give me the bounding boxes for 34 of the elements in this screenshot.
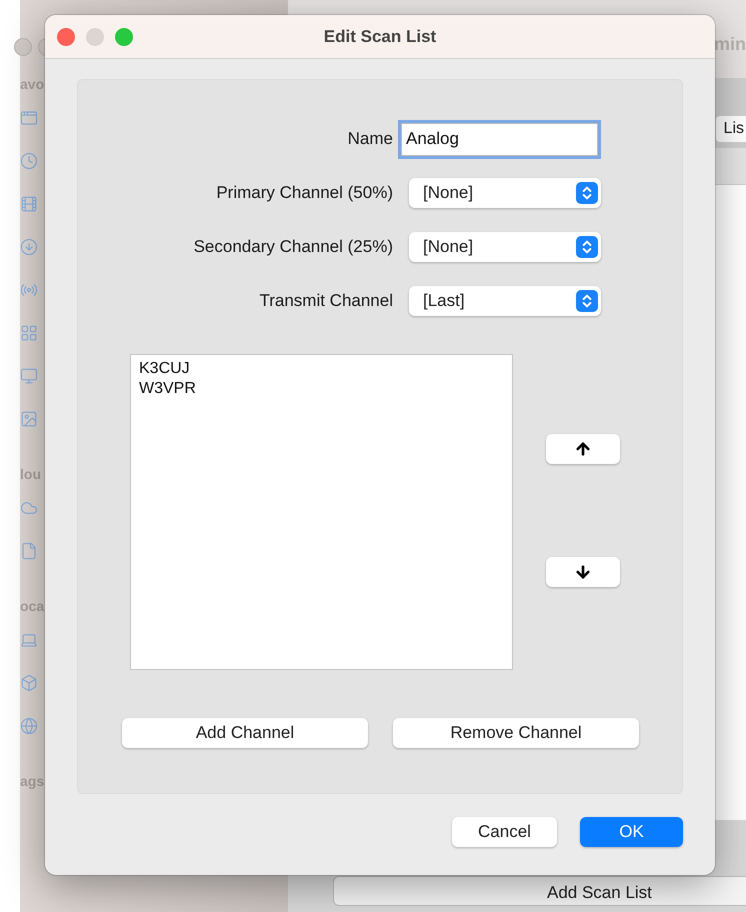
field-label: Primary Channel (50%)	[215, 183, 394, 203]
popup-menu[interactable]: [Last]	[409, 286, 601, 316]
popup-menu[interactable]: [None]	[409, 178, 601, 208]
move-up-button[interactable]	[546, 434, 620, 464]
field-label: Name	[346, 129, 394, 149]
stepper-icon	[576, 236, 598, 258]
close-button[interactable]	[57, 28, 75, 46]
film-icon[interactable]	[20, 194, 38, 212]
move-down-button[interactable]	[546, 557, 620, 587]
field-label: Transmit Channel	[258, 291, 394, 311]
popup-menu[interactable]: [None]	[409, 232, 601, 262]
ok-button[interactable]: OK	[580, 817, 683, 847]
photo-icon[interactable]	[20, 410, 38, 428]
toolbar-button[interactable]: Lis	[716, 116, 746, 142]
channel-item[interactable]: K3CUJ	[139, 359, 504, 379]
push-button[interactable]: Remove Channel	[393, 718, 639, 748]
desktop-icon[interactable]	[20, 366, 38, 384]
window-title: Edit Scan List	[322, 26, 438, 46]
network-icon[interactable]	[20, 716, 38, 734]
field-label: Secondary Channel (25%)	[192, 237, 394, 257]
document-icon[interactable]	[20, 542, 38, 560]
zoom-button[interactable]	[115, 28, 133, 46]
add-scan-list-button[interactable]: Add Scan List	[333, 876, 746, 906]
apps-icon[interactable]	[20, 324, 38, 342]
stepper-icon	[576, 182, 598, 204]
download-icon[interactable]	[20, 238, 38, 256]
cancel-button[interactable]: Cancel	[452, 817, 557, 847]
arrow-down-icon	[574, 563, 592, 581]
clock-icon[interactable]	[20, 152, 38, 170]
push-button[interactable]: Add Channel	[122, 718, 368, 748]
stepper-icon	[576, 290, 598, 312]
channel-item[interactable]: W3VPR	[139, 379, 504, 399]
dropbox-icon[interactable]	[20, 674, 38, 692]
app-icon[interactable]	[20, 108, 38, 126]
